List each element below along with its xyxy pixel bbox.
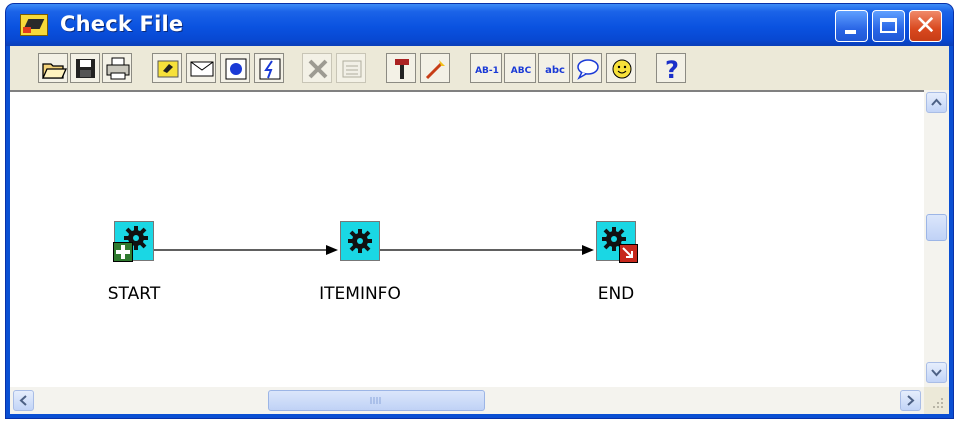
node-label-end: END (597, 284, 635, 304)
hammer-button[interactable] (386, 53, 416, 83)
help-icon: ? (665, 56, 679, 84)
save-icon (76, 59, 95, 78)
delete-icon (308, 59, 328, 79)
svg-text:AB-1: AB-1 (475, 66, 499, 76)
scroll-left-button[interactable] (13, 390, 34, 411)
close-button[interactable]: ✕ (909, 10, 942, 42)
scroll-down-icon (931, 369, 942, 377)
diagram-node-iteminfo[interactable] (340, 221, 380, 261)
maximize-icon (880, 18, 897, 33)
scroll-down-button[interactable] (926, 362, 947, 383)
diagram-canvas[interactable]: START ITEMINFO END (10, 90, 924, 387)
smiley-button[interactable] (606, 53, 636, 83)
label-ab1-button[interactable]: AB-1 (470, 53, 502, 83)
svg-text:?: ? (665, 56, 679, 84)
scroll-left-icon (19, 395, 27, 406)
minimize-button[interactable] (835, 10, 868, 42)
message-icon (190, 61, 214, 77)
delete-button[interactable] (302, 53, 332, 83)
svg-text:abc: abc (545, 65, 565, 76)
close-icon: ✕ (914, 11, 937, 41)
minimize-icon (845, 30, 856, 34)
save-button[interactable] (70, 53, 100, 83)
edge-iteminfo-end-arrow (582, 245, 594, 255)
function-icon (225, 58, 247, 80)
vertical-scroll-thumb[interactable] (926, 214, 947, 241)
transition-button[interactable] (420, 53, 450, 83)
horizontal-scroll-thumb[interactable] (268, 390, 485, 411)
hammer-icon (395, 59, 409, 79)
comment-icon (577, 59, 599, 80)
end-badge-icon (619, 244, 638, 263)
resize-grip[interactable] (924, 387, 949, 414)
toolbar: AB-1 ABC abc ? (10, 46, 949, 90)
message-button[interactable] (186, 53, 216, 83)
scroll-up-button[interactable] (926, 92, 947, 113)
check-file-app-icon[interactable] (20, 14, 48, 36)
horizontal-scrollbar[interactable] (10, 387, 924, 414)
start-badge-icon (113, 242, 133, 262)
scroll-right-button[interactable] (900, 390, 921, 411)
event-icon (259, 58, 281, 80)
maximize-button[interactable] (872, 10, 905, 42)
window-title: Check File (60, 12, 184, 36)
new-process-icon (157, 60, 179, 78)
help-button[interactable]: ? (656, 53, 686, 84)
diagram-node-start[interactable] (113, 221, 154, 262)
scroll-up-icon (931, 98, 942, 106)
scroll-right-icon (907, 395, 915, 406)
label-upper-button[interactable]: ABC (504, 53, 536, 83)
svg-text:ABC: ABC (511, 66, 532, 76)
print-button[interactable] (102, 53, 132, 83)
function-button[interactable] (220, 53, 250, 83)
smiley-icon (612, 59, 632, 79)
node-label-start: START (107, 284, 161, 304)
vertical-scrollbar[interactable] (924, 90, 949, 387)
title-bar[interactable]: Check File ✕ (6, 4, 953, 46)
transition-icon (425, 60, 445, 80)
event-button[interactable] (254, 53, 284, 83)
check-file-window: Check File ✕ AB-1 ABC abc ? START ITEMIN… (6, 4, 953, 418)
label-lower-icon: abc (545, 65, 565, 76)
new-process-button[interactable] (152, 53, 182, 83)
open-button[interactable] (38, 53, 68, 83)
comment-button[interactable] (572, 53, 602, 83)
resize-grip-icon (933, 398, 943, 408)
edge-start-iteminfo-arrow (326, 245, 338, 255)
diagram-node-end[interactable] (596, 221, 638, 263)
label-lower-button[interactable]: abc (538, 53, 570, 83)
properties-icon (342, 60, 362, 78)
label-ab1-icon: AB-1 (475, 66, 499, 76)
gear-icon (348, 229, 372, 253)
label-upper-icon: ABC (511, 66, 532, 76)
node-label-iteminfo: ITEMINFO (319, 284, 401, 304)
open-folder-icon (41, 63, 68, 79)
print-icon (106, 57, 130, 80)
properties-button[interactable] (336, 53, 366, 83)
grip-icon (370, 397, 381, 404)
